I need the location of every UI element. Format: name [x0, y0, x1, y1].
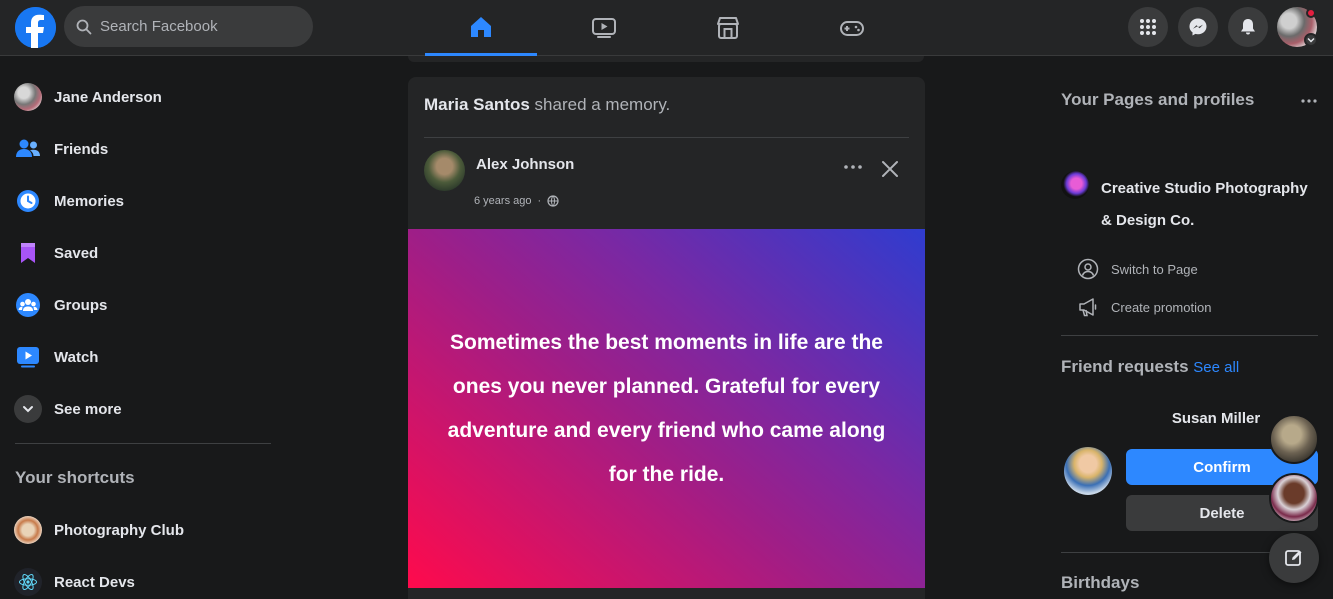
react-icon	[14, 568, 42, 596]
sidebar-item-groups[interactable]: Groups	[8, 281, 278, 329]
sidebar-item-profile[interactable]: Jane Anderson	[8, 73, 278, 121]
friends-icon	[14, 135, 42, 163]
menu-grid-icon	[1140, 19, 1156, 35]
post-card-header: Maria Santos shared a memory.	[424, 95, 670, 115]
gaming-icon	[840, 21, 864, 36]
sidebar-item-label: Groups	[54, 296, 108, 314]
marketplace-icon	[717, 17, 739, 39]
sidebar-item-label: Memories	[54, 192, 125, 210]
post-card: Maria Santos shared a memory. Alex Johns…	[408, 77, 925, 599]
link-label: Switch to Page	[1111, 261, 1198, 277]
link-label: Create promotion	[1111, 299, 1212, 315]
post-body-text: Sometimes the best moments in life are t…	[447, 330, 886, 486]
watch-icon	[592, 18, 616, 38]
sidebar-item-saved[interactable]: Saved	[8, 229, 278, 277]
meta-separator: ·	[537, 195, 542, 207]
sidebar-item-memories[interactable]: Memories	[8, 177, 278, 225]
new-message-button[interactable]	[1269, 533, 1319, 583]
post-meta: 6 years ago ·	[474, 195, 559, 207]
avatar	[14, 83, 42, 111]
sidebar-item-label: Jane Anderson	[54, 88, 162, 106]
chevron-down-icon	[14, 395, 42, 423]
groups-icon	[14, 291, 42, 319]
sidebar-item-label: React Devs	[54, 573, 135, 591]
right-divider	[1061, 335, 1318, 336]
sidebar-item-label: Saved	[54, 244, 99, 262]
friend-requests-heading: Friend requests See all	[1061, 357, 1239, 377]
sidebar-item-label: Watch	[54, 348, 99, 366]
notification-dot	[1306, 8, 1316, 18]
sidebar-item-see-more[interactable]: See more	[8, 385, 278, 433]
sidebar-divider	[15, 443, 271, 444]
megaphone-icon	[1079, 298, 1097, 317]
create-promotion-link[interactable]: Create promotion	[1077, 295, 1211, 319]
sidebar-item-friends[interactable]: Friends	[8, 125, 278, 173]
pages-more-button[interactable]	[1301, 90, 1321, 104]
clock-icon	[14, 187, 42, 215]
home-icon	[471, 16, 491, 37]
sidebar-item-label: Photography Club	[54, 521, 184, 539]
friend-requests-title: Friend requests	[1061, 357, 1189, 376]
avatar	[14, 516, 42, 544]
page-avatar[interactable]	[1061, 171, 1089, 199]
more-options-button[interactable]	[837, 155, 869, 179]
switch-profile-icon	[1077, 258, 1099, 280]
sidebar-item-label: Friends	[54, 140, 109, 158]
shortcut-item[interactable]: React Devs	[8, 558, 278, 599]
search-icon	[76, 19, 92, 34]
bell-icon	[1241, 19, 1255, 35]
previous-post-edge	[408, 56, 924, 62]
switch-to-page-link[interactable]: Switch to Page	[1077, 257, 1198, 281]
see-all-link[interactable]: See all	[1193, 359, 1239, 376]
page-name[interactable]: Creative Studio Photography & Design Co.	[1101, 173, 1321, 237]
facebook-logo-icon[interactable]	[15, 7, 56, 48]
avatar[interactable]	[1064, 447, 1112, 495]
close-button[interactable]	[876, 155, 904, 183]
compose-icon	[1285, 550, 1302, 566]
bookmark-icon	[14, 239, 42, 267]
top-navigation-bar	[0, 0, 1333, 56]
header-action: shared a memory.	[534, 95, 671, 114]
pages-heading: Your Pages and profiles	[1061, 90, 1255, 109]
search-input[interactable]	[100, 18, 290, 35]
chevron-down-icon[interactable]	[1304, 33, 1318, 47]
shortcuts-heading: Your shortcuts	[15, 468, 135, 487]
tab-watch[interactable]	[548, 0, 660, 56]
notifications-button[interactable]	[1228, 7, 1268, 47]
avatar[interactable]	[424, 150, 465, 191]
tab-marketplace[interactable]	[672, 0, 784, 56]
shortcut-item[interactable]: Photography Club	[8, 506, 278, 554]
tab-home[interactable]	[425, 0, 537, 56]
more-icon	[1301, 99, 1317, 103]
tab-gaming[interactable]	[796, 0, 908, 56]
post-background[interactable]: Sometimes the best moments in life are t…	[408, 229, 925, 588]
chat-head-contact[interactable]	[1269, 473, 1319, 523]
globe-icon	[547, 195, 559, 207]
watch-icon	[14, 343, 42, 371]
chat-head-contact[interactable]	[1269, 414, 1319, 464]
messenger-icon	[1189, 18, 1207, 36]
post-author[interactable]: Alex Johnson	[476, 156, 574, 173]
close-icon	[882, 161, 898, 177]
search-box[interactable]	[64, 6, 313, 47]
card-divider	[424, 137, 909, 138]
post-actions-bar	[408, 588, 925, 599]
sidebar-item-label: See more	[54, 400, 122, 418]
messenger-button[interactable]	[1178, 7, 1218, 47]
more-icon	[844, 165, 862, 169]
birthdays-heading: Birthdays	[1061, 573, 1140, 592]
header-name[interactable]: Maria Santos	[424, 95, 530, 114]
menu-button[interactable]	[1128, 7, 1168, 47]
sidebar-item-watch[interactable]: Watch	[8, 333, 278, 381]
post-timestamp[interactable]: 6 years ago	[474, 195, 531, 207]
